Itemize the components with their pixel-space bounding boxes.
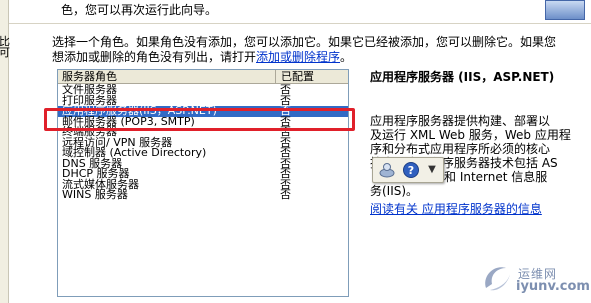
floating-toolbar: ? ▼ — [372, 157, 444, 183]
role-description-title: 应用程序服务器 (IIS，ASP.NET) — [370, 70, 555, 84]
watermark-swirl-icon — [485, 267, 510, 291]
role-name: WINS 服务器 — [62, 188, 128, 201]
intro-line-2: 想添加或删除的角色没有列出，请打开添加或删除程序。 — [52, 50, 572, 65]
help-icon[interactable]: ? — [401, 161, 421, 179]
learn-more-link[interactable]: 阅读有关 应用程序服务器的信息 — [370, 200, 542, 217]
list-rows: 文件服务器 否 打印服务器 否 应用程序服务器(IIS，ASP.NET) 否 邮… — [58, 84, 348, 201]
header-text: 色，您可以再次运行此向导。 — [61, 3, 218, 17]
description-line-2: 及运行 XML Web 服务，Web 应用程 — [370, 128, 571, 142]
left-window-edge: 比 可 — [0, 0, 10, 303]
intro-text: 选择一个角色。如果角色没有添加，您可以添加它。如果它已经被添加，您可以删除它。如… — [52, 35, 572, 65]
description-line-3: 序和分布式应用程序所必须的核心 — [370, 142, 551, 156]
watermark-logo: 运维网 iyunv.com — [480, 260, 590, 300]
dropdown-arrow-icon[interactable]: ▼ — [424, 161, 440, 179]
user-icon[interactable] — [377, 161, 397, 179]
intro-line-2-suffix: 。 — [340, 50, 353, 64]
server-role-list[interactable]: 服务器角色 已配置 文件服务器 否 打印服务器 否 应用程序服务器(IIS，AS… — [57, 69, 349, 297]
list-item[interactable]: WINS 服务器 否 — [58, 188, 348, 201]
column-header-configured[interactable]: 已配置 — [277, 70, 347, 84]
annotation-highlight-box — [44, 108, 355, 131]
column-header-role[interactable]: 服务器角色 — [58, 70, 276, 84]
list-header: 服务器角色 已配置 — [58, 70, 348, 84]
watermark-text-url: iyunv.com — [516, 279, 590, 294]
svg-text:?: ? — [408, 164, 414, 177]
add-remove-programs-link[interactable]: 添加或删除程序 — [256, 50, 340, 64]
left-fragment-2: 可 — [0, 46, 10, 59]
configured-status: 否 — [280, 188, 291, 201]
role-description: 应用程序服务器提供构建、部署以 及运行 XML Web 服务，Web 应用程 序… — [370, 114, 590, 198]
description-line-6: 务(IIS)。 — [370, 184, 419, 198]
intro-line-2-prefix: 想添加或删除的角色没有列出，请打开 — [52, 50, 257, 64]
wizard-banner-icon — [545, 0, 585, 20]
intro-line-1: 选择一个角色。如果角色没有添加，您可以添加它。如果它已经被添加，您可以删除它。如… — [52, 35, 557, 49]
description-line-1: 应用程序服务器提供构建、部署以 — [370, 114, 551, 128]
wizard-header: 色，您可以再次运行此向导。 — [9, 0, 591, 24]
